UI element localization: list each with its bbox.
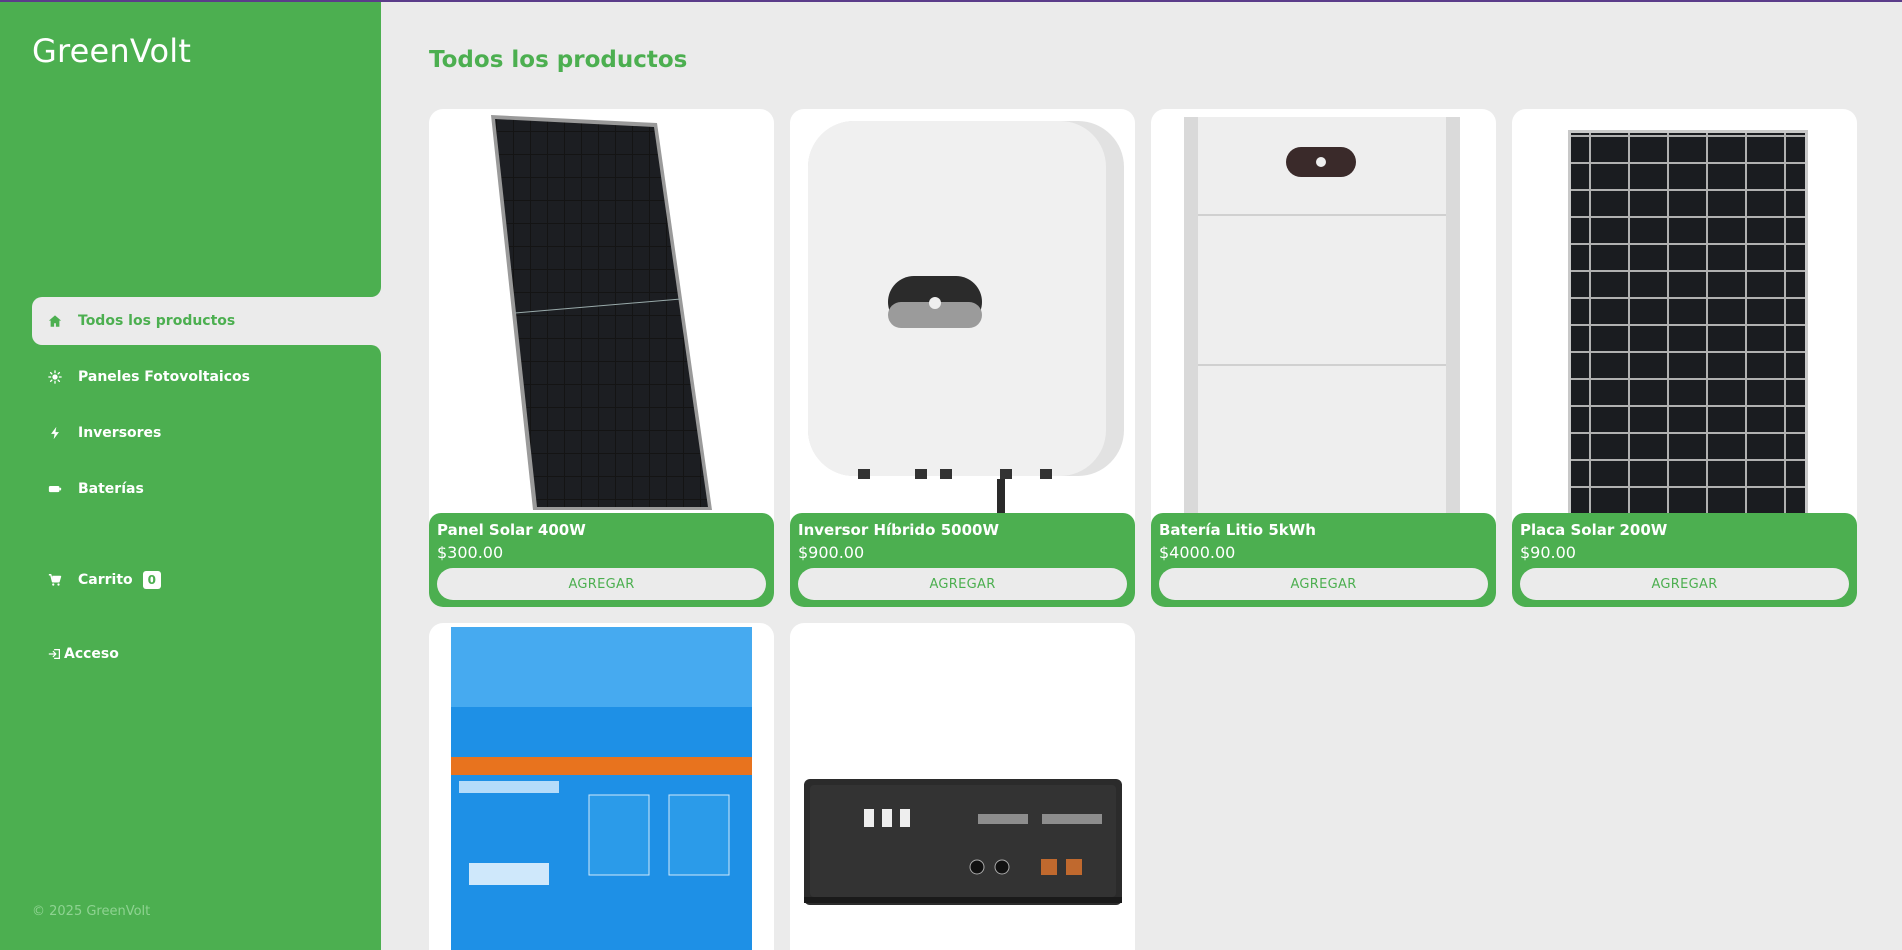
main-content: Todos los productos Panel Solar 400W $30… (429, 0, 1859, 950)
footer-copyright: © 2025 GreenVolt (32, 904, 151, 919)
add-to-cart-button[interactable]: AGREGAR (1159, 568, 1488, 600)
nav-item-label: Baterías (78, 481, 144, 497)
product-card: Batería Litio 5kWh $4000.00 AGREGAR (1151, 109, 1496, 607)
cart-section: Carrito 0 (32, 556, 381, 612)
cart-label: Carrito (78, 572, 133, 588)
cart-link[interactable]: Carrito 0 (32, 556, 381, 604)
brand-logo[interactable]: GreenVolt (32, 32, 191, 70)
login-section: Acceso (32, 630, 381, 686)
product-price: $300.00 (437, 543, 504, 562)
top-accent-line (0, 0, 1902, 2)
add-to-cart-button[interactable]: AGREGAR (1520, 568, 1849, 600)
product-image[interactable] (429, 109, 774, 513)
nav-item-todos[interactable]: Todos los productos (32, 287, 381, 355)
product-info: Panel Solar 400W $300.00 AGREGAR (429, 513, 774, 607)
battery-icon (48, 482, 62, 496)
product-name: Panel Solar 400W (437, 521, 586, 539)
nav-item-label: Inversores (78, 425, 162, 441)
add-to-cart-button[interactable]: AGREGAR (437, 568, 766, 600)
product-card: Inversor Híbrido 5000W $900.00 AGREGAR (790, 109, 1135, 607)
product-image[interactable] (1512, 109, 1857, 513)
product-info: Inversor Híbrido 5000W $900.00 AGREGAR (790, 513, 1135, 607)
nav-item-baterias[interactable]: Baterías (32, 465, 381, 513)
product-name: Inversor Híbrido 5000W (798, 521, 999, 539)
product-price: $900.00 (798, 543, 865, 562)
bolt-icon (48, 426, 62, 440)
nav-item-label: Paneles Fotovoltaicos (78, 369, 250, 385)
login-link[interactable]: Acceso (32, 630, 381, 678)
product-price: $4000.00 (1159, 543, 1236, 562)
product-image[interactable] (790, 623, 1135, 950)
nav-item-paneles[interactable]: Paneles Fotovoltaicos (32, 353, 381, 401)
product-card (790, 623, 1135, 950)
product-name: Batería Litio 5kWh (1159, 521, 1316, 539)
nav-item-label: Todos los productos (78, 313, 236, 329)
product-image[interactable] (429, 623, 774, 950)
sun-icon (48, 370, 62, 384)
product-price: $90.00 (1520, 543, 1576, 562)
product-grid: Panel Solar 400W $300.00 AGREGAR Inverso… (429, 109, 1857, 950)
home-icon (48, 314, 62, 328)
cart-count-badge: 0 (142, 571, 161, 589)
product-card: Placa Solar 200W $90.00 AGREGAR (1512, 109, 1857, 607)
product-image[interactable] (790, 109, 1135, 513)
product-card: Panel Solar 400W $300.00 AGREGAR (429, 109, 774, 607)
product-image[interactable] (1151, 109, 1496, 513)
nav-item-inversores[interactable]: Inversores (32, 409, 381, 457)
page-title: Todos los productos (429, 47, 688, 73)
product-info: Placa Solar 200W $90.00 AGREGAR (1512, 513, 1857, 607)
sidebar: GreenVolt Todos los productos Paneles Fo… (0, 0, 381, 950)
cart-icon (48, 573, 62, 587)
product-info: Batería Litio 5kWh $4000.00 AGREGAR (1151, 513, 1496, 607)
product-name: Placa Solar 200W (1520, 521, 1668, 539)
product-card (429, 623, 774, 950)
add-to-cart-button[interactable]: AGREGAR (798, 568, 1127, 600)
category-nav: Todos los productos Paneles Fotovoltaico… (32, 287, 381, 521)
login-icon (48, 647, 62, 661)
login-label: Acceso (64, 646, 119, 662)
